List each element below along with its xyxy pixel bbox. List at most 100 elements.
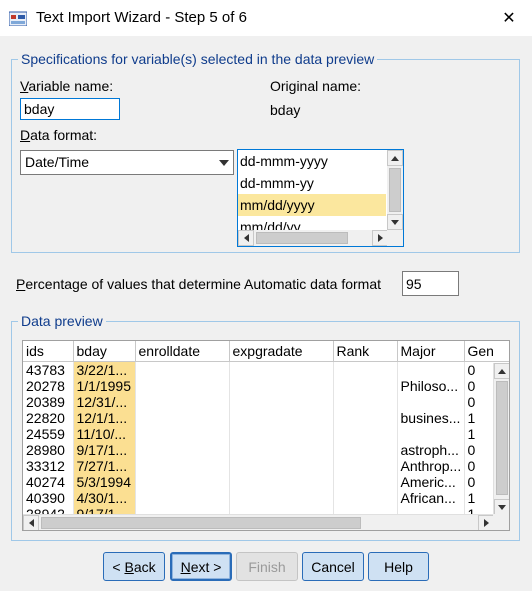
table-cell[interactable] (135, 409, 230, 426)
format-option-selected[interactable]: mm/dd/yyyy (238, 194, 386, 216)
table-cell[interactable] (229, 377, 334, 394)
finish-button[interactable]: Finish (236, 552, 298, 581)
table-row: 20278 1/1/1995 Philoso... 0 (23, 377, 509, 394)
table-cell[interactable] (333, 409, 398, 426)
data-format-value: Date/Time (25, 154, 90, 170)
format-vertical-scrollbar[interactable] (387, 150, 403, 230)
variable-name-input[interactable]: bday (20, 98, 120, 120)
table-cell[interactable] (333, 441, 398, 458)
table-cell[interactable] (333, 377, 398, 394)
table-cell[interactable] (229, 489, 334, 506)
format-vertical-thumb[interactable] (389, 168, 401, 212)
column-header[interactable]: Major (397, 341, 465, 362)
cancel-button[interactable]: Cancel (302, 552, 364, 581)
back-button[interactable]: < Back (103, 552, 165, 581)
table-cell[interactable] (229, 473, 334, 490)
preview-horizontal-scrollbar[interactable] (23, 514, 494, 530)
table-cell[interactable]: busines... (397, 409, 465, 426)
format-horizontal-scrollbar[interactable] (238, 230, 388, 246)
table-cell[interactable]: 24559 (23, 425, 74, 442)
table-cell[interactable] (333, 457, 398, 474)
table-cell[interactable] (397, 393, 465, 410)
table-cell[interactable]: 20278 (23, 377, 74, 394)
original-name-value: bday (270, 102, 301, 118)
table-cell[interactable]: Anthrop... (397, 457, 465, 474)
column-header[interactable]: Rank (333, 341, 398, 362)
table-cell[interactable]: 20389 (23, 393, 74, 410)
table-cell[interactable] (135, 377, 230, 394)
table-cell[interactable]: 12/1/1... (73, 409, 136, 426)
scroll-right-arrow-icon[interactable] (372, 230, 388, 246)
preview-vertical-thumb[interactable] (496, 381, 508, 495)
table-cell[interactable] (229, 425, 334, 442)
table-cell[interactable] (333, 489, 398, 506)
table-cell[interactable] (135, 457, 230, 474)
table-cell[interactable] (135, 425, 230, 442)
table-cell[interactable] (135, 361, 230, 378)
scroll-down-arrow-icon[interactable] (494, 499, 509, 515)
scroll-up-arrow-icon[interactable] (387, 150, 403, 166)
table-cell[interactable] (229, 409, 334, 426)
table-cell[interactable]: 12/31/... (73, 393, 136, 410)
table-cell[interactable]: 9/17/1... (73, 441, 136, 458)
format-horizontal-thumb[interactable] (256, 232, 348, 244)
percentage-input[interactable]: 95 (402, 271, 459, 296)
table-cell[interactable] (333, 473, 398, 490)
chevron-down-icon[interactable] (215, 152, 232, 173)
scroll-right-arrow-icon[interactable] (478, 515, 494, 530)
original-name-label: Original name: (270, 78, 362, 94)
table-cell[interactable]: 4/30/1... (73, 489, 136, 506)
table-cell[interactable] (135, 473, 230, 490)
table-cell[interactable]: Philoso... (397, 377, 465, 394)
table-cell[interactable]: Americ... (397, 473, 465, 490)
scroll-left-arrow-icon[interactable] (238, 230, 254, 246)
table-cell[interactable]: 5/3/1994 (73, 473, 136, 490)
table-row: 33312 7/27/1... Anthrop... 0 (23, 457, 509, 474)
table-cell[interactable]: 43783 (23, 361, 74, 378)
help-button[interactable]: Help (368, 552, 429, 581)
table-cell[interactable] (229, 457, 334, 474)
column-header[interactable]: expgradate (229, 341, 334, 362)
scrollbar-corner (387, 230, 403, 246)
table-cell[interactable]: 7/27/1... (73, 457, 136, 474)
data-format-dropdown[interactable]: Date/Time (20, 150, 234, 175)
preview-horizontal-thumb[interactable] (41, 517, 361, 529)
table-cell[interactable] (333, 425, 398, 442)
table-cell[interactable]: astroph... (397, 441, 465, 458)
format-option[interactable]: dd-mmm-yyyy (238, 150, 386, 172)
data-preview-grid[interactable]: ids bday enrolldate expgradate Rank Majo… (22, 340, 510, 531)
next-button[interactable]: Next > (170, 552, 232, 581)
table-cell[interactable] (397, 361, 465, 378)
table-cell[interactable]: 28980 (23, 441, 74, 458)
table-cell[interactable]: African... (397, 489, 465, 506)
column-header[interactable]: enrolldate (135, 341, 230, 362)
table-cell[interactable]: 33312 (23, 457, 74, 474)
table-cell[interactable]: 40390 (23, 489, 74, 506)
column-header[interactable]: Gen (464, 341, 509, 362)
table-cell[interactable] (135, 441, 230, 458)
table-cell[interactable] (135, 489, 230, 506)
table-cell[interactable]: 11/10/... (73, 425, 136, 442)
table-cell[interactable]: 1/1/1995 (73, 377, 136, 394)
scroll-up-arrow-icon[interactable] (494, 363, 509, 379)
table-cell[interactable] (229, 361, 334, 378)
table-cell[interactable] (333, 361, 398, 378)
table-cell[interactable]: 40274 (23, 473, 74, 490)
preview-vertical-scrollbar[interactable] (493, 363, 509, 515)
header-row: ids bday enrolldate expgradate Rank Majo… (23, 341, 509, 362)
column-header[interactable]: bday (73, 341, 136, 362)
format-listbox[interactable]: dd-mmm-yyyy dd-mmm-yy mm/dd/yyyy mm/dd/y… (237, 149, 404, 247)
table-cell[interactable] (397, 425, 465, 442)
table-cell[interactable]: 22820 (23, 409, 74, 426)
table-cell[interactable] (135, 393, 230, 410)
scroll-left-arrow-icon[interactable] (23, 515, 39, 530)
column-header[interactable]: ids (23, 341, 74, 362)
table-cell[interactable]: 3/22/1... (73, 361, 136, 378)
table-cell[interactable] (229, 441, 334, 458)
percentage-label: Percentage of values that determine Auto… (16, 276, 381, 292)
table-cell[interactable] (229, 393, 334, 410)
scroll-down-arrow-icon[interactable] (387, 214, 403, 230)
table-cell[interactable] (333, 393, 398, 410)
close-button[interactable]: ✕ (486, 0, 532, 36)
format-option[interactable]: dd-mmm-yy (238, 172, 386, 194)
